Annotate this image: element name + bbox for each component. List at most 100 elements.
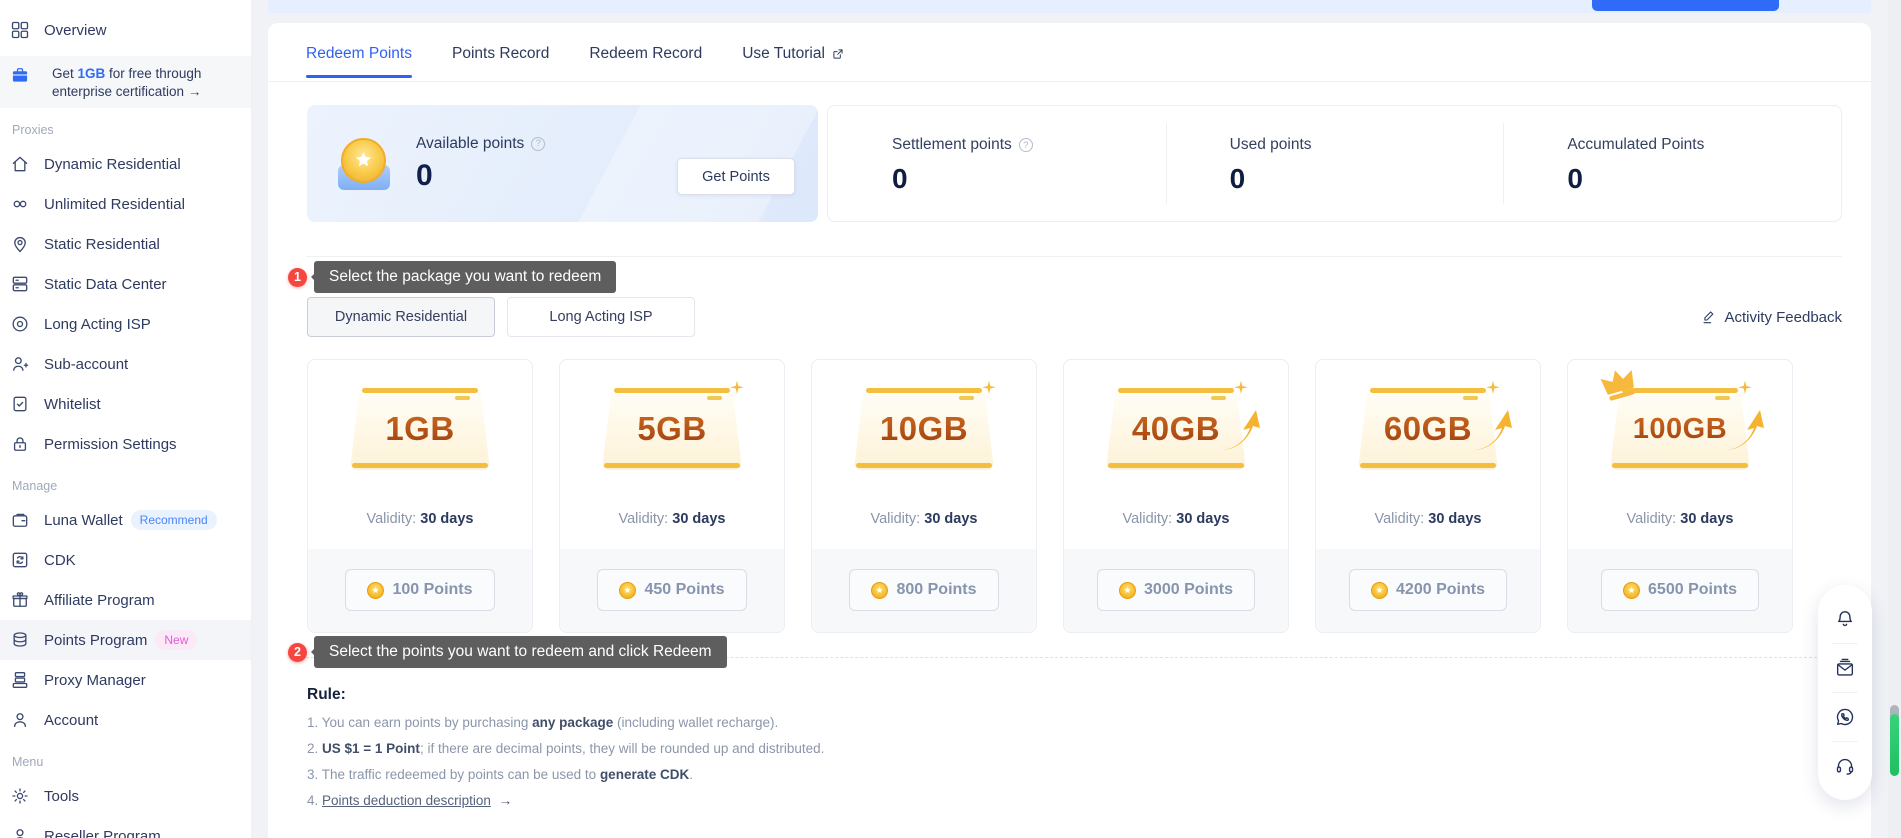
available-points-label: Available points	[416, 135, 524, 153]
gear-icon	[10, 786, 30, 806]
briefcase-icon	[10, 65, 30, 85]
stat-label: Accumulated Points	[1567, 136, 1841, 154]
section-divider	[306, 256, 1842, 257]
sidebar-item-tools[interactable]: Tools	[0, 776, 251, 816]
package-card[interactable]: 60GB Validity: 30 days 4200 Points	[1315, 359, 1541, 633]
coin-icon	[1623, 582, 1640, 599]
package-card[interactable]: 1GBValidity: 30 days 100 Points	[307, 359, 533, 633]
stack-icon	[10, 670, 30, 690]
tab-bar: Redeem Points Points Record Redeem Record U…	[268, 23, 1871, 82]
sidebar-promo-banner[interactable]: Get 1GB for free through enterprise cert…	[0, 56, 251, 108]
package-card-top: 60GB Validity: 30 days	[1316, 360, 1540, 549]
sidebar-item-cdk[interactable]: CDK	[0, 540, 251, 580]
sidebar: Overview Get 1GB for free through enterpr…	[0, 0, 252, 838]
cdk-icon	[10, 550, 30, 570]
help-icon[interactable]: ?	[531, 137, 545, 151]
package-card[interactable]: 100GBValidity: 30 days6500 Points	[1567, 359, 1793, 633]
redeem-points-button[interactable]: 3000 Points	[1097, 569, 1255, 611]
package-badge: 5GB	[584, 374, 760, 482]
gift-icon	[10, 590, 30, 610]
package-type-button[interactable]: Long Acting ISP	[507, 297, 695, 337]
sidebar-item-static-data-center[interactable]: Static Data Center	[0, 264, 251, 304]
get-points-button[interactable]: Get Points	[677, 158, 795, 195]
help-icon[interactable]: ?	[1019, 138, 1033, 152]
stat-column: Accumulated Points0	[1503, 106, 1841, 221]
redeem-points-button[interactable]: 450 Points	[597, 569, 746, 611]
sparkle-icon	[1736, 379, 1754, 397]
redeem-points-button[interactable]: 4200 Points	[1349, 569, 1507, 611]
package-type-button[interactable]: Dynamic Residential	[307, 297, 495, 337]
sidebar-item-label: CDK	[44, 552, 76, 569]
sidebar-section-label: Menu	[0, 752, 251, 772]
redeem-points-button[interactable]: 800 Points	[849, 569, 998, 611]
recommend-badge: Recommend	[131, 510, 217, 530]
ticket-dash	[455, 396, 470, 400]
server-icon	[10, 274, 30, 294]
activity-feedback-link[interactable]: Activity Feedback	[1701, 309, 1842, 326]
package-card-footer: 800 Points	[812, 549, 1036, 632]
sidebar-item-label: Affiliate Program	[44, 592, 155, 609]
package-card-footer: 100 Points	[308, 549, 532, 632]
sidebar-item-long-acting-isp[interactable]: Long Acting ISP	[0, 304, 251, 344]
banner-button[interactable]	[1592, 0, 1779, 11]
package-card[interactable]: 5GBValidity: 30 days 450 Points	[559, 359, 785, 633]
rule-item: 1. You can earn points by purchasing any…	[307, 715, 1871, 730]
package-card-top: 5GBValidity: 30 days	[560, 360, 784, 549]
user-plus-icon	[10, 354, 30, 374]
sidebar-item-label: Reseller Program	[44, 828, 161, 838]
sidebar-item-static-residential[interactable]: Static Residential	[0, 224, 251, 264]
package-card-top: 1GBValidity: 30 days	[308, 360, 532, 549]
sidebar-item-label: Account	[44, 712, 98, 729]
new-badge: New	[155, 630, 197, 650]
main-content: Redeem Points Points Record Redeem Record U…	[252, 0, 1901, 838]
sidebar-item-affiliate-program[interactable]: Affiliate Program	[0, 580, 251, 620]
package-validity: Validity: 30 days	[1568, 511, 1792, 527]
rule-item: 4. Points deduction description →	[307, 793, 1871, 808]
sidebar-item-whitelist[interactable]: Whitelist	[0, 384, 251, 424]
tab-use-tutorial[interactable]: Use Tutorial	[742, 23, 845, 81]
package-validity: Validity: 30 days	[1316, 511, 1540, 527]
sidebar-item-unlimited-residential[interactable]: Unlimited Residential	[0, 184, 251, 224]
wallet-icon	[10, 510, 30, 530]
redeem-points-button[interactable]: 6500 Points	[1601, 569, 1759, 611]
sidebar-item-luna-wallet[interactable]: Luna WalletRecommend	[0, 500, 251, 540]
points-program-page: Overview Get 1GB for free through enterpr…	[0, 0, 1901, 838]
tab-points-record[interactable]: Points Record	[452, 23, 549, 81]
sidebar-item-dynamic-residential[interactable]: Dynamic Residential	[0, 144, 251, 184]
package-card-top: 10GBValidity: 30 days	[812, 360, 1036, 549]
rule-item: 2. US $1 = 1 Point; if there are decimal…	[307, 741, 1871, 756]
package-card[interactable]: 40GBValidity: 30 days 3000 Points	[1063, 359, 1289, 633]
sidebar-item-sub-account[interactable]: Sub-account	[0, 344, 251, 384]
whatsapp-icon	[1834, 706, 1856, 728]
tab-redeem-points[interactable]: Redeem Points	[306, 23, 412, 81]
step-2-row: 2 Select the points you want to redeem a…	[288, 634, 1871, 670]
package-badge: 1GB	[332, 374, 508, 482]
stat-column: Settlement points?0	[828, 106, 1166, 221]
sidebar-item-proxy-manager[interactable]: Proxy Manager	[0, 660, 251, 700]
lock-icon	[10, 434, 30, 454]
messages-button[interactable]	[1818, 644, 1872, 692]
package-card-top: 40GBValidity: 30 days	[1064, 360, 1288, 549]
redeem-points-card: Redeem Points Points Record Redeem Record U…	[268, 23, 1871, 838]
notifications-button[interactable]	[1818, 595, 1872, 643]
sidebar-item-label: Long Acting ISP	[44, 316, 151, 333]
sidebar-item-overview[interactable]: Overview	[0, 10, 251, 50]
redeem-points-button[interactable]: 100 Points	[345, 569, 494, 611]
whatsapp-button[interactable]	[1818, 693, 1872, 741]
package-badge: 60GB	[1340, 374, 1516, 482]
coin-icon	[871, 582, 888, 599]
points-deduction-link[interactable]: Points deduction description	[322, 793, 491, 808]
tab-redeem-record[interactable]: Redeem Record	[589, 23, 702, 81]
package-card[interactable]: 10GBValidity: 30 days 800 Points	[811, 359, 1037, 633]
available-points-text: Available points ? 0	[416, 135, 545, 193]
available-points-card: Available points ? 0 Get Points	[307, 105, 818, 222]
stat-label: Settlement points?	[892, 136, 1166, 154]
sidebar-item-account[interactable]: Account	[0, 700, 251, 740]
arrow-up-icon	[1718, 400, 1774, 462]
sidebar-item-permission-settings[interactable]: Permission Settings	[0, 424, 251, 464]
sidebar-item-points-program[interactable]: Points ProgramNew	[0, 620, 251, 660]
page-scrollbar-thumb[interactable]	[1890, 714, 1899, 776]
sidebar-item-reseller-program[interactable]: Reseller Program	[0, 816, 251, 838]
support-button[interactable]	[1818, 742, 1872, 790]
arrow-up-icon	[1466, 400, 1522, 462]
